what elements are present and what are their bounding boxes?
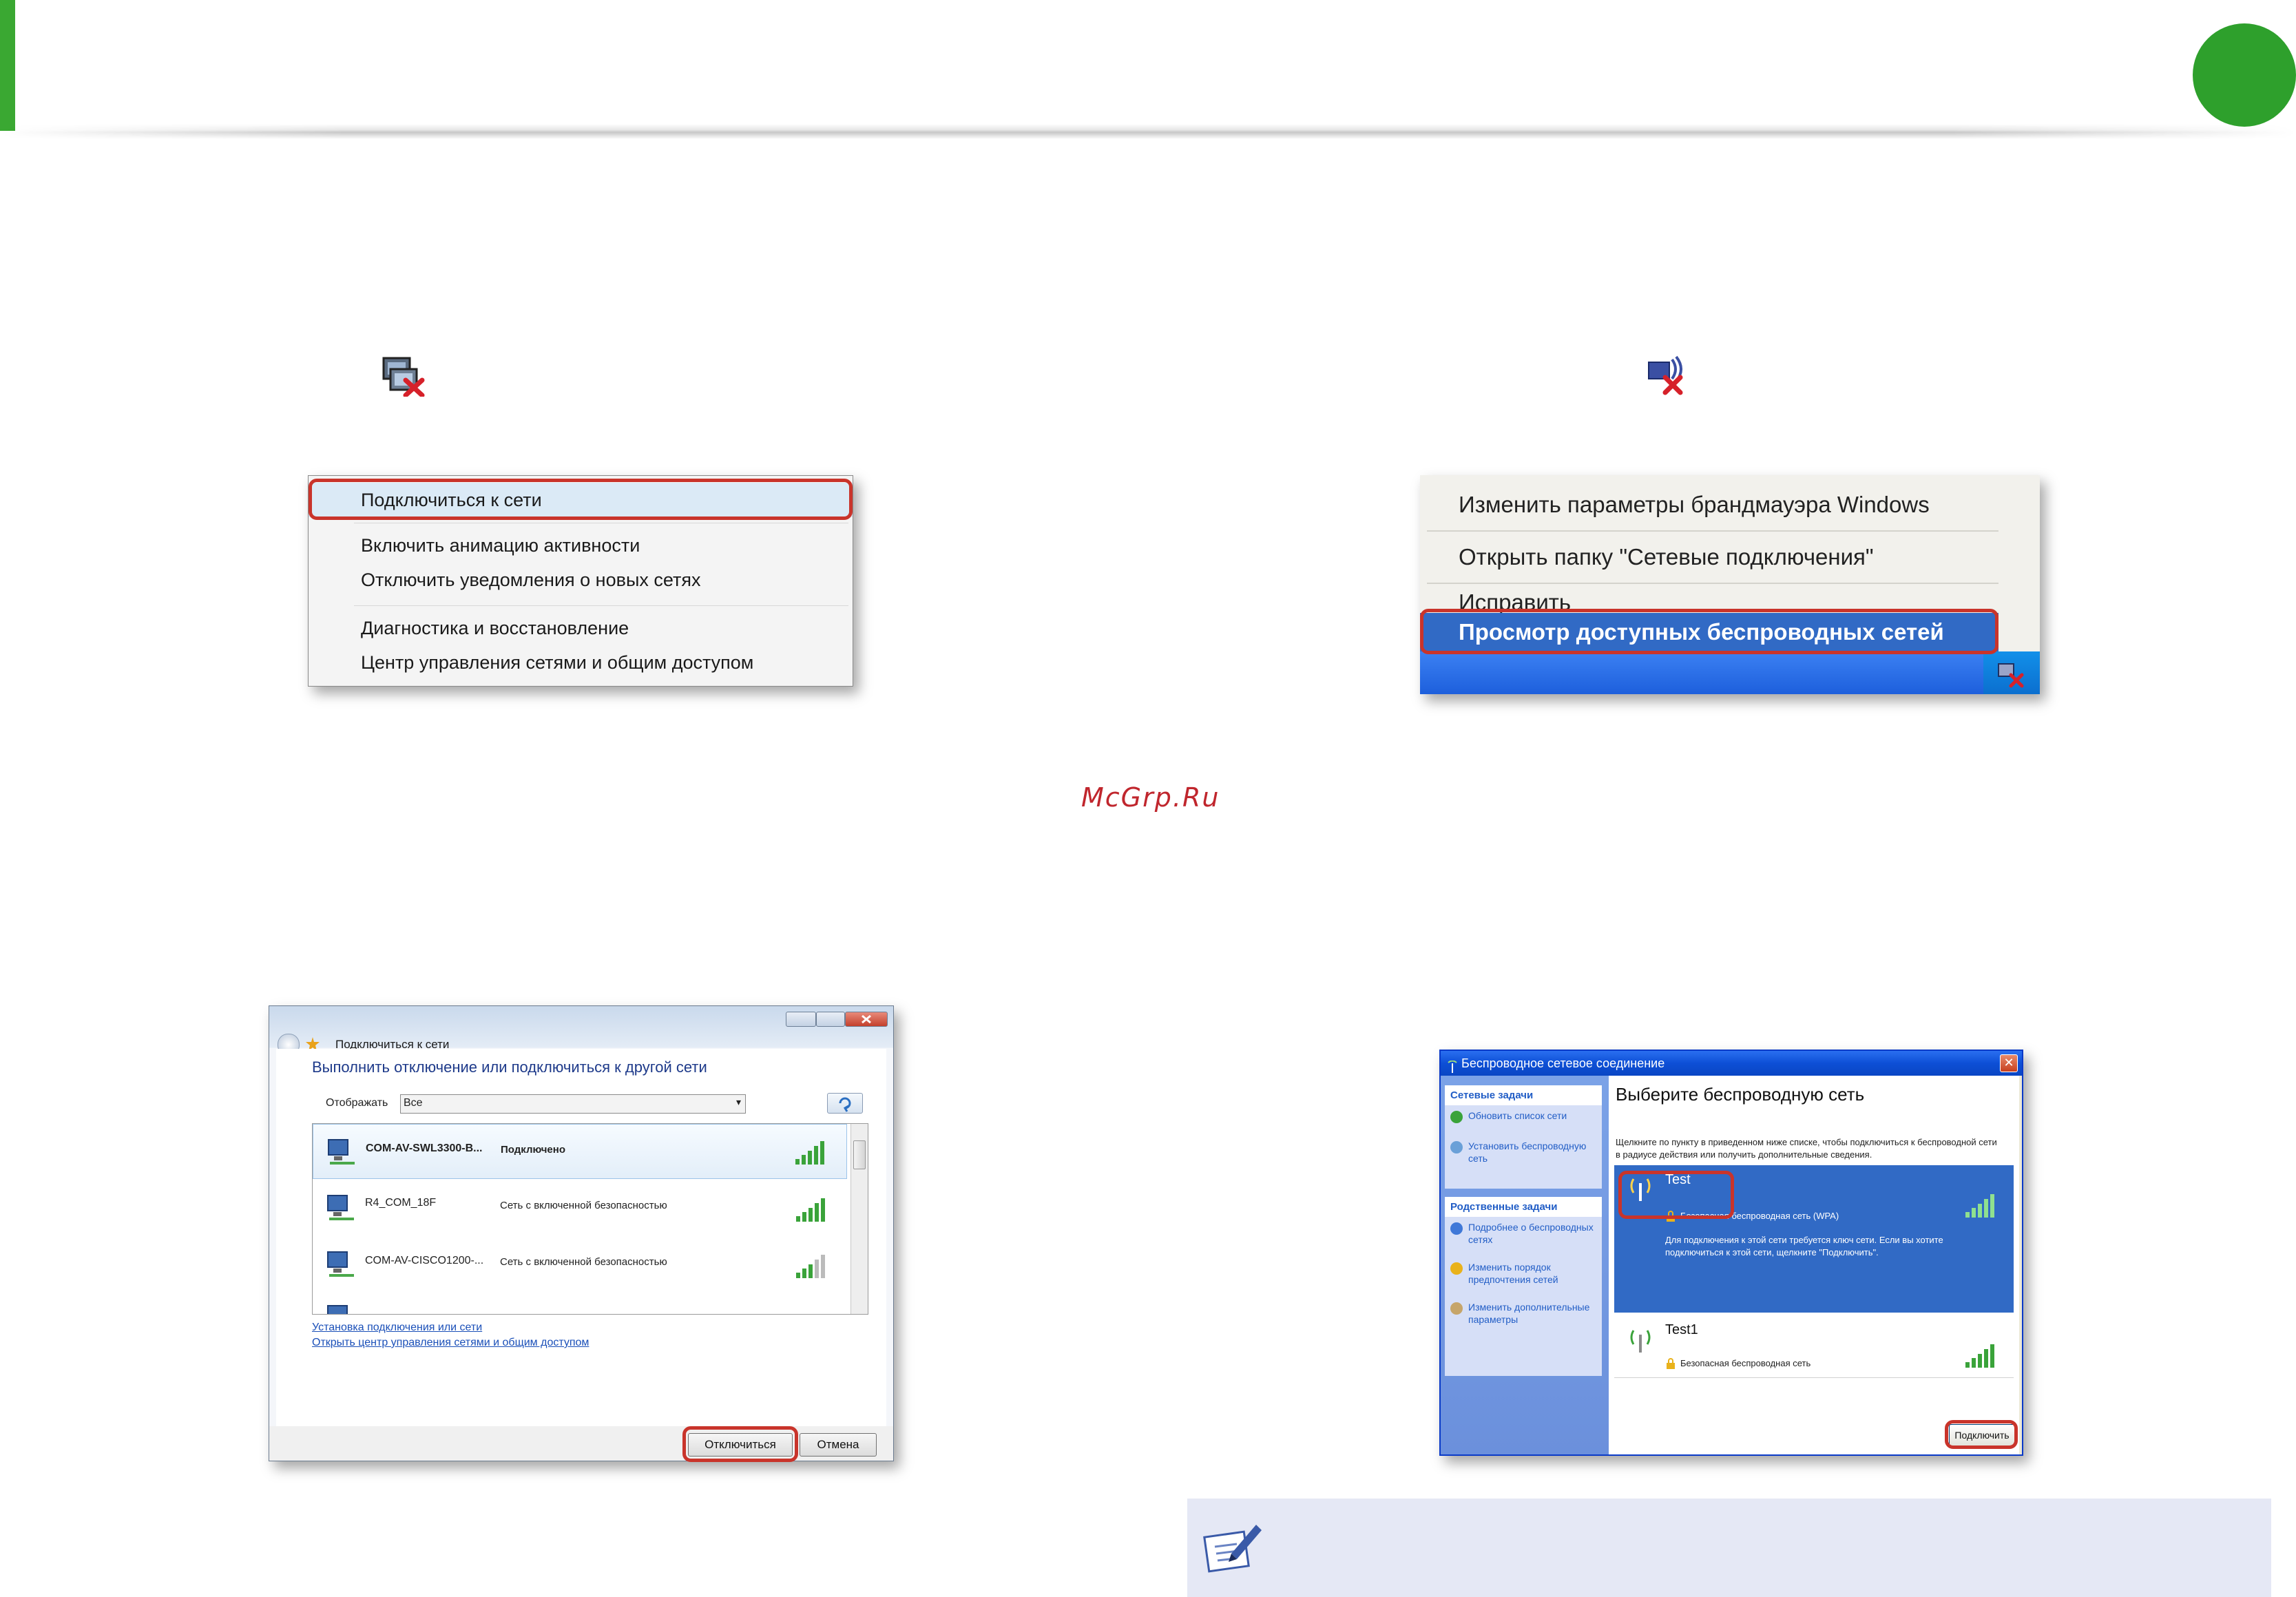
task-label: Подробнее о беспроводных сетях xyxy=(1468,1222,1594,1245)
task-label: Изменить порядок предпочтения сетей xyxy=(1468,1262,1558,1285)
tasks-header: Сетевые задачи xyxy=(1445,1085,1602,1105)
close-button[interactable]: ✕ xyxy=(2000,1054,2018,1072)
advanced-settings-link[interactable]: Изменить дополнительные параметры xyxy=(1445,1297,1602,1330)
lock-icon xyxy=(1665,1358,1676,1369)
list-item[interactable]: COM-AV-SWL3300-B... Подключено xyxy=(313,1124,847,1179)
dialog-heading: Выполнить отключение или подключиться к … xyxy=(312,1058,707,1076)
star-icon xyxy=(1450,1262,1463,1275)
highlight-network-test xyxy=(1618,1171,1734,1219)
header-divider xyxy=(0,124,2296,139)
wireless-antenna-icon xyxy=(1627,1326,1654,1354)
list-item[interactable]: R4_COM_18F Сеть с включенной безопасност… xyxy=(313,1180,847,1235)
dialog-content: Выполнить отключение или подключиться к … xyxy=(276,1049,886,1426)
xp-titlebar: Беспроводное сетевое соединение ✕ xyxy=(1441,1051,2022,1076)
network-computer-icon xyxy=(325,1304,357,1314)
network-name: Test1 xyxy=(1665,1322,1698,1337)
instruction-text: Щелкните по пункту в приведенном ниже сп… xyxy=(1616,1137,1997,1160)
learn-wireless-link[interactable]: Подробнее о беспроводных сетях xyxy=(1445,1217,1602,1250)
menu-item-diagnostics[interactable]: Диагностика и восстановление xyxy=(309,611,853,645)
maximize-button[interactable] xyxy=(816,1012,845,1027)
refresh-network-list-link[interactable]: Обновить список сети xyxy=(1445,1105,1602,1126)
win7-network-context-menu: Подключиться к сети Включить анимацию ак… xyxy=(308,475,853,687)
setup-wireless-link[interactable]: Установить беспроводную сеть xyxy=(1445,1136,1602,1169)
menu-separator xyxy=(1427,530,1998,532)
xp-main-pane: Выберите беспроводную сеть Щелкните по п… xyxy=(1609,1076,2019,1454)
signal-strength-icon xyxy=(796,1197,826,1222)
network-computer-icon xyxy=(325,1251,357,1278)
choose-network-heading: Выберите беспроводную сеть xyxy=(1616,1084,1865,1105)
xp-dialog-title: Беспроводное сетевое соединение xyxy=(1461,1056,1665,1070)
task-label: Обновить список сети xyxy=(1468,1110,1567,1121)
note-box xyxy=(1187,1499,2271,1597)
signal-strength-icon xyxy=(1965,1343,1996,1368)
task-label: Изменить дополнительные параметры xyxy=(1468,1302,1590,1325)
menu-separator xyxy=(354,605,848,606)
scrollbar-thumb[interactable] xyxy=(853,1140,866,1169)
menu-item-firewall-settings[interactable]: Изменить параметры брандмауэра Windows xyxy=(1420,482,1998,528)
list-scrollbar[interactable] xyxy=(850,1124,868,1314)
watermark-text: McGrp.Ru xyxy=(1081,782,1220,813)
show-label: Отображать xyxy=(326,1097,388,1109)
menu-separator xyxy=(1427,583,1998,584)
task-label: Установить беспроводную сеть xyxy=(1468,1140,1587,1164)
signal-strength-icon xyxy=(796,1253,826,1278)
menu-item-network-center[interactable]: Центр управления сетями и общим доступом xyxy=(309,645,853,680)
highlight-connect-button xyxy=(1945,1420,2018,1449)
related-tasks-box: Родственные задачи Подробнее о беспровод… xyxy=(1445,1197,1602,1376)
list-item[interactable] xyxy=(313,1293,847,1314)
xp-tray-area xyxy=(1983,651,2040,694)
xp-network-context-menu: Изменить параметры брандмауэра Windows О… xyxy=(1420,475,2040,694)
related-header: Родственные задачи xyxy=(1445,1197,1602,1217)
network-status: Подключено xyxy=(501,1144,565,1156)
xp-task-pane: Сетевые задачи Обновить список сети Уста… xyxy=(1441,1076,1609,1454)
wireless-antenna-icon xyxy=(1446,1056,1459,1073)
xp-wireless-dialog: Беспроводное сетевое соединение ✕ Сетевы… xyxy=(1439,1050,2023,1456)
network-name: COM-AV-SWL3300-B... xyxy=(366,1142,483,1154)
show-select-value: Все xyxy=(404,1097,423,1109)
refresh-button[interactable] xyxy=(827,1093,863,1114)
list-item[interactable]: Test1 Безопасная беспроводная сеть xyxy=(1614,1317,2014,1378)
highlight-view-wireless xyxy=(1420,609,1998,654)
chevron-down-icon: ▾ xyxy=(735,1096,741,1107)
network-tasks-box: Сетевые задачи Обновить список сети Уста… xyxy=(1445,1085,1602,1189)
page-marker-circle xyxy=(2193,23,2296,127)
signal-strength-icon xyxy=(1965,1193,1996,1218)
network-status: Сеть с включенной безопасностью xyxy=(500,1200,667,1211)
note-pencil-icon xyxy=(1201,1519,1263,1574)
menu-item-disable-notifications[interactable]: Отключить уведомления о новых сетях xyxy=(309,563,853,597)
win7-connect-dialog: Подключиться к сети Выполнить отключение… xyxy=(269,1005,894,1462)
info-icon xyxy=(1450,1222,1463,1235)
network-status: Сеть с включенной безопасностью xyxy=(500,1256,667,1268)
network-security: Безопасная беспроводная сеть xyxy=(1680,1358,1811,1368)
setup-connection-link[interactable]: Установка подключения или сети xyxy=(312,1322,482,1334)
menu-item-enable-animation[interactable]: Включить анимацию активности xyxy=(309,528,853,563)
list-item[interactable]: COM-AV-CISCO1200-... Сеть с включенной б… xyxy=(313,1237,847,1292)
wireless-setup-icon xyxy=(1450,1141,1463,1154)
minimize-button[interactable] xyxy=(786,1012,816,1027)
network-details: Для подключения к этой сети требуется кл… xyxy=(1665,1235,1943,1257)
close-button[interactable] xyxy=(845,1012,888,1027)
show-select[interactable]: Все ▾ xyxy=(400,1094,746,1114)
xp-taskbar xyxy=(1420,651,2040,694)
signal-strength-icon xyxy=(795,1140,826,1165)
network-disconnected-icon xyxy=(382,357,426,398)
network-center-link[interactable]: Открыть центр управления сетями и общим … xyxy=(312,1337,589,1349)
settings-icon xyxy=(1450,1302,1463,1315)
network-computer-icon xyxy=(325,1194,357,1222)
refresh-icon xyxy=(1450,1111,1463,1123)
change-order-link[interactable]: Изменить порядок предпочтения сетей xyxy=(1445,1257,1602,1290)
highlight-connect xyxy=(309,479,853,520)
wireless-disconnected-icon xyxy=(1647,355,1691,395)
network-list: COM-AV-SWL3300-B... Подключено R4_COM_18… xyxy=(312,1123,868,1315)
network-computer-icon xyxy=(326,1138,357,1166)
network-name: R4_COM_18F xyxy=(365,1197,437,1209)
highlight-disconnect xyxy=(682,1426,798,1462)
network-name: COM-AV-CISCO1200-... xyxy=(365,1255,484,1266)
cancel-button[interactable]: Отмена xyxy=(800,1433,877,1457)
header-accent-bar xyxy=(0,0,15,131)
menu-item-open-connections-folder[interactable]: Открыть папку "Сетевые подключения" xyxy=(1420,534,1998,580)
